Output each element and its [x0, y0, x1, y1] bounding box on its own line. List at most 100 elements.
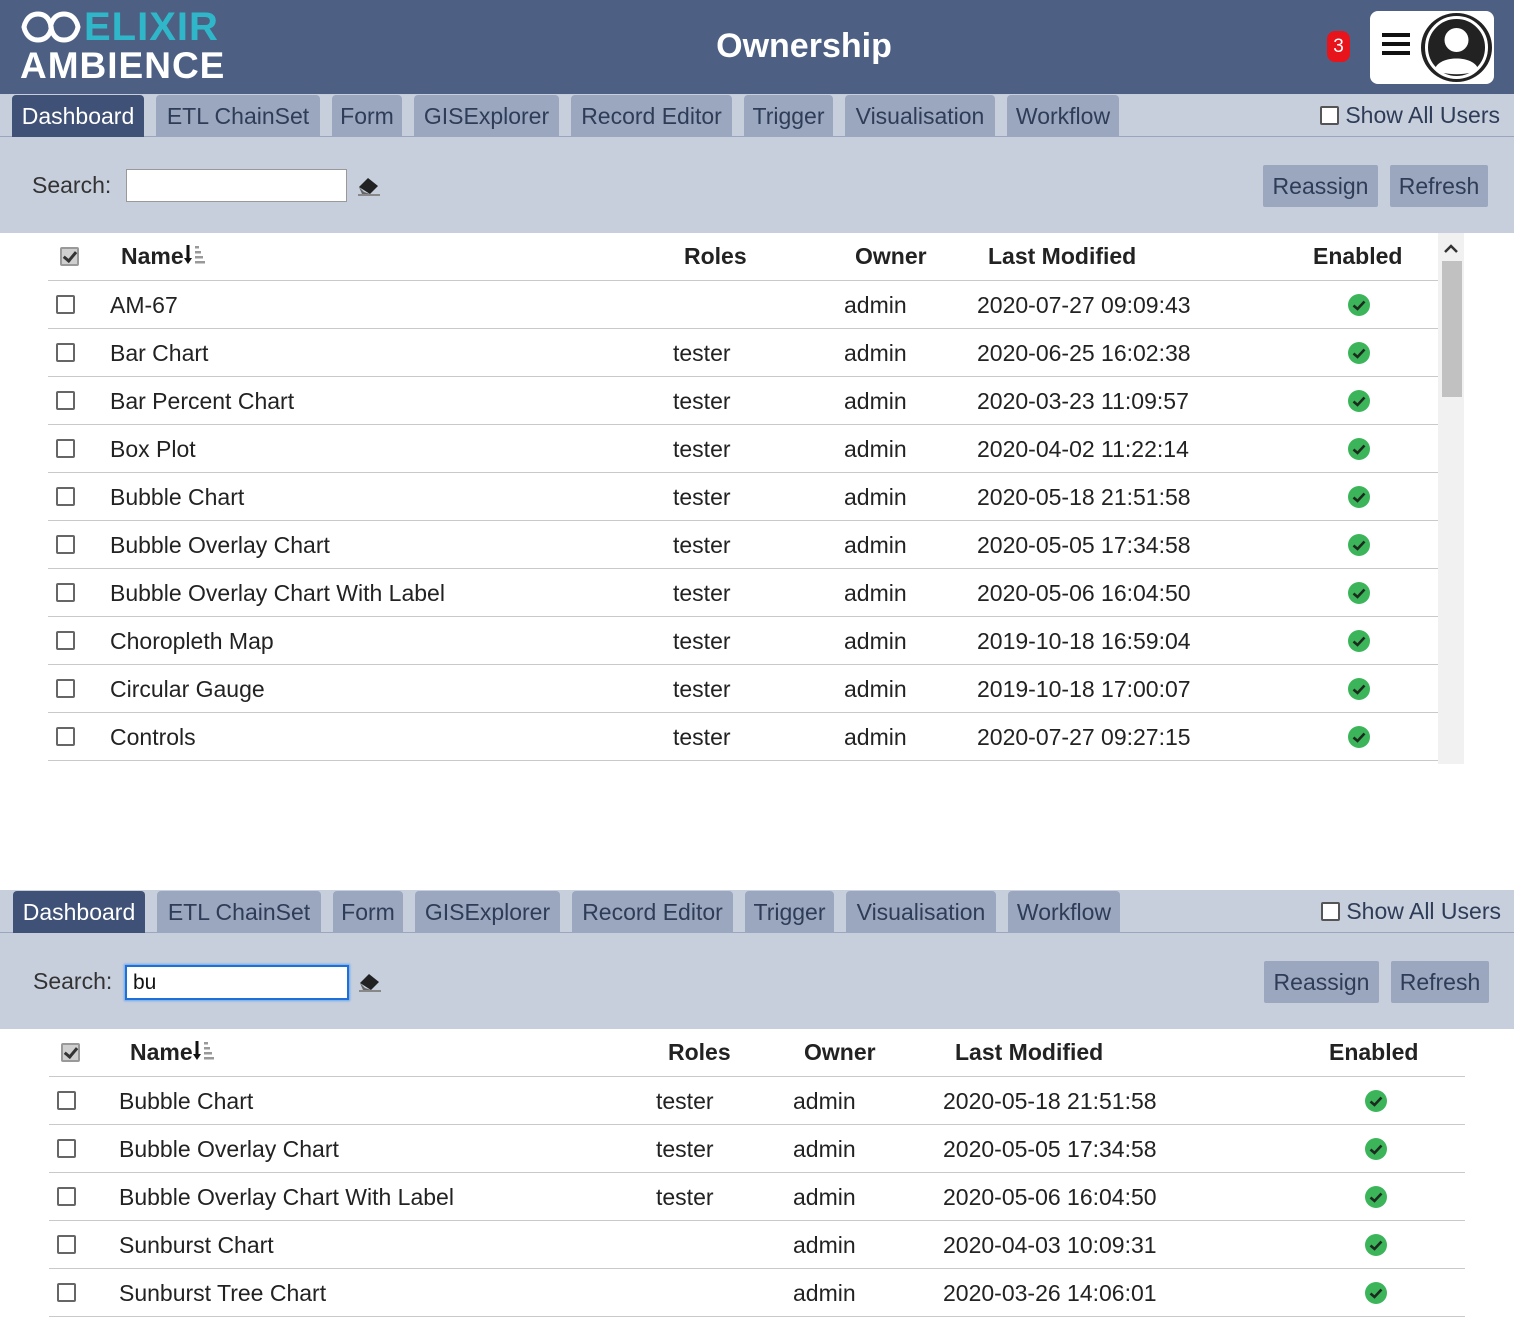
cell-owner: admin — [844, 628, 907, 654]
row-checkbox[interactable] — [56, 391, 75, 410]
row-checkbox[interactable] — [56, 727, 75, 746]
tab-workflow[interactable]: Workflow — [1007, 95, 1119, 137]
row-checkbox[interactable] — [56, 487, 75, 506]
tab-dashboard[interactable]: Dashboard — [13, 891, 145, 933]
tab-visualisation[interactable]: Visualisation — [846, 891, 996, 933]
row-checkbox[interactable] — [57, 1283, 76, 1302]
select-all-checkbox[interactable] — [60, 247, 79, 266]
table-row[interactable]: Bubble Overlay Chart tester admin 2020-05-0… — [48, 521, 1438, 569]
table-row[interactable]: AM-67 admin 2020-07-27 09:09:43 — [48, 281, 1438, 329]
search-toolbar: Search: Reassign Refresh — [0, 933, 1514, 1029]
tab-trigger[interactable]: Trigger — [744, 95, 833, 137]
tab-gisexplorer[interactable]: GISExplorer — [414, 95, 559, 137]
tab-form[interactable]: Form — [332, 95, 402, 137]
sort-descending-icon[interactable] — [183, 243, 206, 267]
column-header-last-modified[interactable]: Last Modified — [988, 233, 1136, 281]
tab-workflow[interactable]: Workflow — [1008, 891, 1120, 933]
table-row[interactable]: Bubble Overlay Chart tester admin 2020-05-0… — [49, 1125, 1465, 1173]
tab-trigger[interactable]: Trigger — [745, 891, 834, 933]
select-all-checkbox[interactable] — [61, 1043, 80, 1062]
table-header-row: Name Roles Owner Last Modified Enabled — [48, 233, 1438, 281]
tab-record-editor[interactable]: Record Editor — [571, 95, 732, 137]
column-header-enabled[interactable]: Enabled — [1313, 233, 1402, 281]
column-header-owner[interactable]: Owner — [804, 1029, 876, 1077]
enabled-check-icon — [1347, 389, 1371, 413]
column-header-last-modified[interactable]: Last Modified — [955, 1029, 1103, 1077]
elixir-ambience-logo[interactable]: ELIXIR AMBIENCE — [20, 6, 230, 86]
table-row[interactable]: Circular Gauge tester admin 2019-10-18 17:0… — [48, 665, 1438, 713]
cell-name: Bubble Chart — [119, 1088, 254, 1114]
column-header-enabled[interactable]: Enabled — [1329, 1029, 1418, 1077]
column-header-name[interactable]: Name — [130, 1029, 215, 1077]
row-checkbox[interactable] — [57, 1139, 76, 1158]
show-all-users-checkbox[interactable] — [1320, 106, 1340, 125]
cell-roles: tester — [673, 724, 731, 750]
table-row[interactable]: Bar Chart tester admin 2020-06-25 16:02:38 — [48, 329, 1438, 377]
tab-etl-chainset[interactable]: ETL ChainSet — [157, 891, 321, 933]
tab-visualisation[interactable]: Visualisation — [845, 95, 995, 137]
tab-form[interactable]: Form — [333, 891, 403, 933]
user-menu — [1370, 11, 1494, 84]
search-input[interactable] — [125, 965, 349, 1000]
scroll-thumb[interactable] — [1442, 261, 1462, 397]
row-checkbox[interactable] — [56, 343, 75, 362]
eraser-icon[interactable] — [356, 173, 382, 197]
row-checkbox[interactable] — [56, 439, 75, 458]
tab-etl-chainset[interactable]: ETL ChainSet — [156, 95, 320, 137]
show-all-users-toggle[interactable]: Show All Users — [1321, 896, 1501, 926]
cell-roles: tester — [656, 1088, 714, 1114]
column-header-owner[interactable]: Owner — [855, 233, 927, 281]
cell-last-modified: 2020-03-26 14:06:01 — [943, 1280, 1157, 1306]
tab-gisexplorer[interactable]: GISExplorer — [415, 891, 560, 933]
tab-record-editor[interactable]: Record Editor — [572, 891, 733, 933]
column-header-name[interactable]: Name — [121, 233, 206, 281]
row-checkbox[interactable] — [56, 679, 75, 698]
column-header-roles[interactable]: Roles — [684, 233, 747, 281]
table-row[interactable]: Sunburst Tree Chart admin 2020-03-26 14:06… — [49, 1269, 1465, 1317]
table-row[interactable]: Bubble Chart tester admin 2020-05-18 21:51:… — [48, 473, 1438, 521]
scroll-up-icon[interactable] — [1438, 237, 1464, 261]
show-all-users-checkbox[interactable] — [1321, 902, 1341, 921]
row-checkbox[interactable] — [56, 535, 75, 554]
refresh-button[interactable]: Refresh — [1390, 165, 1488, 207]
table-row[interactable]: Box Plot tester admin 2020-04-02 11:22:14 — [48, 425, 1438, 473]
cell-owner: admin — [793, 1280, 856, 1306]
table-row[interactable]: Bubble Overlay Chart With Label tester adm… — [48, 569, 1438, 617]
column-header-roles[interactable]: Roles — [668, 1029, 731, 1077]
enabled-check-icon — [1347, 677, 1371, 701]
reassign-button[interactable]: Reassign — [1264, 961, 1379, 1003]
tab-dashboard[interactable]: Dashboard — [12, 95, 144, 137]
cell-owner: admin — [844, 388, 907, 414]
table-row[interactable]: Bar Percent Chart tester admin 2020-03-23 1… — [48, 377, 1438, 425]
table-row[interactable]: Choropleth Map tester admin 2019-10-18 16:5… — [48, 617, 1438, 665]
search-label: Search: — [33, 968, 113, 994]
search-input[interactable] — [126, 169, 347, 202]
hamburger-icon[interactable] — [1382, 33, 1410, 61]
cell-name: Sunburst Chart — [119, 1232, 274, 1258]
eraser-icon[interactable] — [357, 969, 383, 993]
cell-owner: admin — [793, 1136, 856, 1162]
infinity-logo-icon — [21, 11, 81, 43]
table-row[interactable]: Bubble Chart tester admin 2020-05-18 21:51:… — [49, 1077, 1465, 1125]
refresh-button[interactable]: Refresh — [1391, 961, 1489, 1003]
row-checkbox[interactable] — [56, 631, 75, 650]
user-avatar-icon[interactable] — [1421, 13, 1492, 82]
row-checkbox[interactable] — [57, 1235, 76, 1254]
sort-descending-icon[interactable] — [192, 1039, 215, 1063]
table-scrollbar[interactable] — [1438, 233, 1464, 764]
row-checkbox[interactable] — [56, 583, 75, 602]
show-all-users-toggle[interactable]: Show All Users — [1320, 100, 1500, 130]
notification-badge[interactable]: 3 — [1327, 31, 1350, 62]
table-row[interactable]: Controls tester admin 2020-07-27 09:27:15 — [48, 713, 1438, 761]
logo-text-elixir: ELIXIR — [84, 5, 219, 49]
cell-owner: admin — [844, 676, 907, 702]
table-row[interactable]: Sunburst Chart admin 2020-04-03 10:09:31 — [49, 1221, 1465, 1269]
cell-name: Box Plot — [110, 436, 196, 462]
row-checkbox[interactable] — [57, 1187, 76, 1206]
tab-bar: Dashboard ETL ChainSet Form GISExplorer … — [0, 94, 1514, 137]
cell-owner: admin — [844, 580, 907, 606]
row-checkbox[interactable] — [56, 295, 75, 314]
table-row[interactable]: Bubble Overlay Chart With Label tester adm… — [49, 1173, 1465, 1221]
reassign-button[interactable]: Reassign — [1263, 165, 1378, 207]
row-checkbox[interactable] — [57, 1091, 76, 1110]
